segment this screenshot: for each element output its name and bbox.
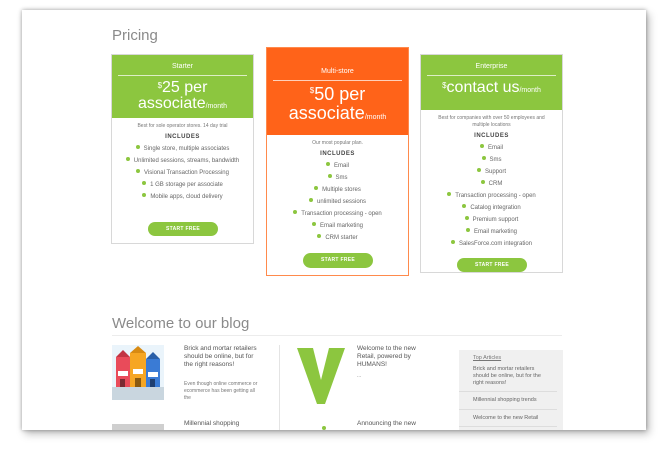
feature-item: Single store, multiple associates xyxy=(112,143,253,155)
bullet-icon xyxy=(325,162,330,167)
start-free-button[interactable]: START FREE xyxy=(148,222,218,236)
bullet-icon xyxy=(125,157,130,162)
price-period: /month xyxy=(364,114,387,121)
feature-item: SalesForce.com integration xyxy=(421,238,562,250)
bullet-icon xyxy=(480,179,485,184)
post-title[interactable]: Welcome to the new Retail, powered by HU… xyxy=(357,345,435,368)
post-excerpt: Even though online commerce or ecommerce… xyxy=(184,381,258,401)
starter-header: Starter $25 per associate/month xyxy=(112,55,253,118)
plan-price: $contact us/month xyxy=(421,76,562,96)
feature-list: Email Sms Multiple stores unlimited sess… xyxy=(267,160,408,244)
currency-symbol: $ xyxy=(442,81,447,90)
bullet-icon xyxy=(142,181,147,186)
feature-item: CRM xyxy=(421,178,562,190)
bullet-icon xyxy=(462,203,467,208)
pricing-card-starter: Starter $25 per associate/month Best for… xyxy=(111,54,254,244)
bullet-icon xyxy=(142,193,147,198)
post-title[interactable]: Millennial shopping xyxy=(184,420,264,428)
price-period: /month xyxy=(519,87,541,94)
column-divider xyxy=(279,345,280,430)
plan-note: Best for companies with over 50 employee… xyxy=(438,115,545,128)
includes-label: INCLUDES xyxy=(474,132,509,139)
bullet-icon xyxy=(476,167,481,172)
enterprise-header: Enterprise $contact us/month xyxy=(421,55,562,110)
feature-item: Transaction processing - open xyxy=(421,190,562,202)
feature-item: Premium support xyxy=(421,214,562,226)
bullet-icon xyxy=(481,155,486,160)
currency-symbol: $ xyxy=(157,81,163,90)
price-value: contact us xyxy=(446,79,520,96)
bullet-icon xyxy=(447,191,452,196)
pricing-card-multistore: Multi-store $50 per associate/month Our … xyxy=(266,47,409,276)
start-free-button[interactable]: START FREE xyxy=(457,258,527,272)
feature-item: Transaction processing - open xyxy=(267,208,408,220)
plan-price: $50 per associate/month xyxy=(267,81,408,123)
top-articles-sidebar: Top Articles Brick and mortar retailers … xyxy=(459,350,563,430)
feature-item: Email xyxy=(421,142,562,154)
feature-item: Catalog integration xyxy=(421,202,562,214)
feature-item: Multiple stores xyxy=(267,184,408,196)
bullet-icon xyxy=(308,198,313,203)
includes-label: INCLUDES xyxy=(165,133,200,140)
plan-name: Starter xyxy=(171,63,193,70)
plan-price: $25 per associate/month xyxy=(112,76,253,112)
pricing-title: Pricing xyxy=(112,27,158,44)
feature-item: Email marketing xyxy=(267,220,408,232)
bullet-icon xyxy=(464,215,469,220)
multistore-header: Multi-store $50 per associate/month xyxy=(267,48,408,135)
bullet-icon xyxy=(314,186,319,191)
pricing-card-enterprise: Enterprise $contact us/month Best for co… xyxy=(420,54,563,273)
browser-frame: Pricing Starter $25 per associate/month … xyxy=(22,10,646,430)
storefront-image[interactable] xyxy=(112,345,164,400)
feature-item: Sms xyxy=(421,154,562,166)
price-period: /month xyxy=(205,103,227,110)
bullet-icon xyxy=(136,169,141,174)
bullet-icon xyxy=(479,143,484,148)
currency-symbol: $ xyxy=(309,86,315,95)
millennial-image[interactable] xyxy=(112,424,164,430)
price-unit: associate xyxy=(138,95,206,112)
plan-note: Best for sole operator stores. 14 day tr… xyxy=(137,123,228,129)
bullet-icon xyxy=(135,145,140,150)
top-articles-heading[interactable]: Top Articles xyxy=(459,350,563,361)
blog-divider xyxy=(112,335,562,336)
bullet-icon xyxy=(317,234,322,239)
feature-item: CRM starter xyxy=(267,232,408,244)
price-value: 50 per xyxy=(314,84,366,104)
post-title[interactable]: Brick and mortar retailers should be onl… xyxy=(184,345,264,368)
bullet-icon xyxy=(450,239,455,244)
feature-item: Email marketing xyxy=(421,226,562,238)
bullet-icon xyxy=(327,174,332,179)
includes-label: INCLUDES xyxy=(320,150,355,157)
feature-item: Support xyxy=(421,166,562,178)
bullet-icon xyxy=(293,210,298,215)
feature-item: 1 GB storage per associate xyxy=(112,179,253,191)
bullet-icon xyxy=(311,222,316,227)
price-unit: associate xyxy=(288,103,365,123)
feature-list: Single store, multiple associates Unlimi… xyxy=(112,143,253,203)
feature-item: Mobile apps, cloud delivery xyxy=(112,191,253,203)
feature-item: Email xyxy=(267,160,408,172)
feature-item: Unlimited sessions, streams, bandwidth xyxy=(112,155,253,167)
sidebar-article-link[interactable]: Brick and mortar retailers should be onl… xyxy=(459,361,557,393)
feature-item: Sms xyxy=(267,172,408,184)
post-title[interactable]: Announcing the new xyxy=(357,420,435,428)
sidebar-article-link[interactable]: Welcome to the new Retail xyxy=(459,410,557,427)
v-logo-image[interactable] xyxy=(295,346,347,406)
plan-note: Our most popular plan. xyxy=(312,140,363,146)
feature-item: Visional Transaction Processing xyxy=(112,167,253,179)
post-excerpt: ... xyxy=(357,373,362,379)
sidebar-article-link[interactable]: Millennial shopping trends xyxy=(459,392,557,410)
feature-item: unlimited sessions xyxy=(267,196,408,208)
plan-name: Enterprise xyxy=(475,63,508,70)
post-thumb-dot xyxy=(322,426,326,430)
blog-title: Welcome to our blog xyxy=(112,315,250,332)
price-value: 25 per xyxy=(162,79,208,96)
start-free-button[interactable]: START FREE xyxy=(303,253,373,268)
bullet-icon xyxy=(465,227,470,232)
plan-name: Multi-store xyxy=(321,68,354,75)
feature-list: Email Sms Support CRM Transaction proces… xyxy=(421,142,562,250)
